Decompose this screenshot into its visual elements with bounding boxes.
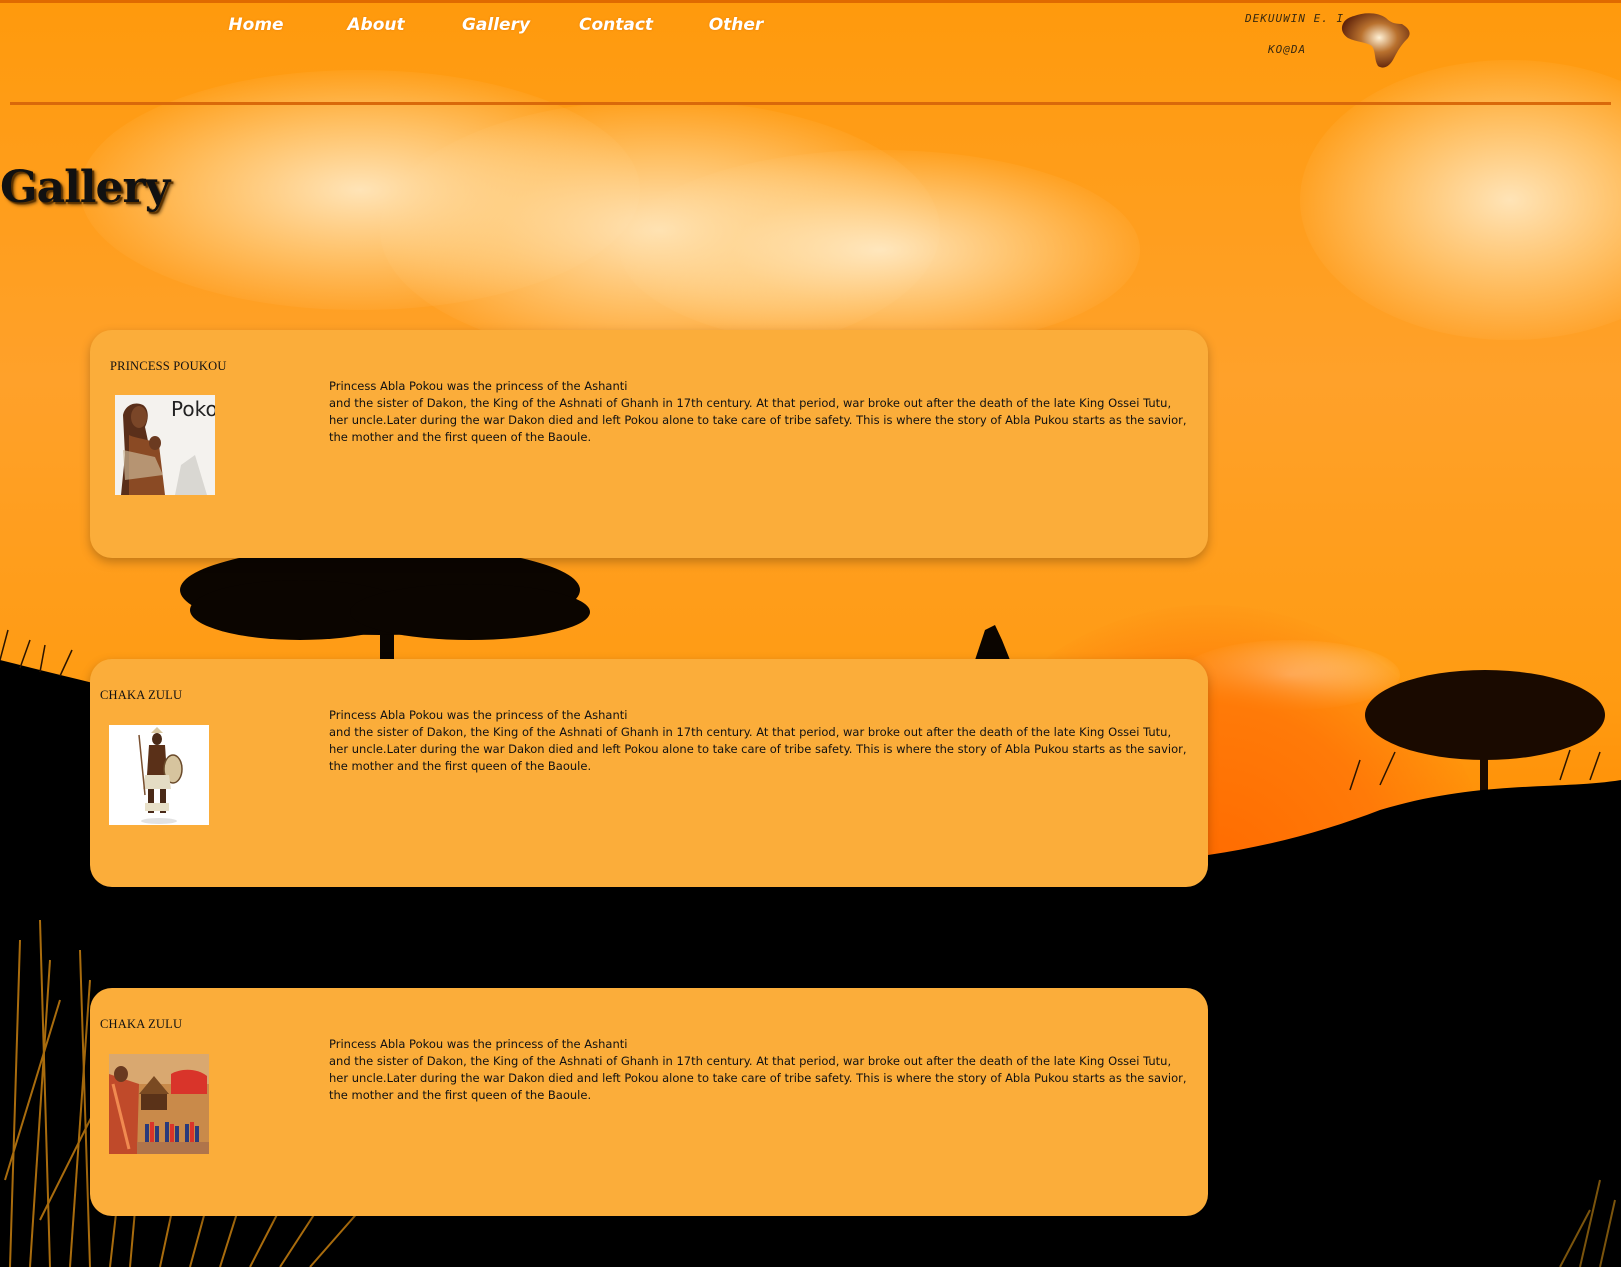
thumbnail-caption: Pokou — [171, 397, 215, 421]
nav-gallery-link[interactable]: Gallery — [436, 12, 556, 38]
card-title: PRINCESS POUKOU — [110, 359, 227, 373]
gallery-card: CHAKA ZULU Princess Abla Pokou was the p… — [90, 659, 1208, 887]
card-title: CHAKA ZULU — [100, 1017, 183, 1031]
card-description: Princess Abla Pokou was the princess of … — [329, 378, 1189, 446]
card-text-body: and the sister of Dakon, the King of the… — [329, 396, 1187, 444]
card-text-lead: Princess Abla Pokou was the princess of … — [329, 708, 628, 722]
acacia-tree-right — [1365, 670, 1605, 800]
card-title: CHAKA ZULU — [100, 688, 183, 702]
card-text-lead: Princess Abla Pokou was the princess of … — [329, 379, 628, 393]
gallery-card: PRINCESS POUKOU Pokou Princess Abla Poko… — [90, 330, 1208, 558]
card-thumbnail[interactable] — [109, 725, 209, 825]
card-description: Princess Abla Pokou was the princess of … — [329, 707, 1189, 775]
card-text-lead: Princess Abla Pokou was the princess of … — [329, 1037, 628, 1051]
gallery-card: CHAKA ZULU Princess Abla Pokou was the p… — [90, 988, 1208, 1216]
brand-name-line1: DEKUUWIN E. I — [1245, 12, 1345, 25]
top-accent-line — [0, 0, 1621, 3]
giraffe-silhouette — [975, 625, 1010, 660]
site-brand[interactable]: DEKUUWIN E. I KO@DA — [1240, 10, 1430, 80]
nav-about-link[interactable]: About — [316, 12, 436, 38]
card-thumbnail[interactable]: Pokou — [115, 395, 215, 495]
nav-other-link[interactable]: Other — [676, 12, 796, 38]
card-description: Princess Abla Pokou was the princess of … — [329, 1036, 1189, 1104]
chaka-zulu-village-image — [109, 1054, 209, 1154]
brand-name-line2: KO@DA — [1268, 43, 1307, 56]
header-divider — [10, 102, 1611, 105]
page-title: Gallery — [0, 162, 170, 213]
chaka-zulu-warrior-image — [109, 725, 209, 825]
card-text-body: and the sister of Dakon, the King of the… — [329, 725, 1187, 773]
card-thumbnail[interactable] — [109, 1054, 209, 1154]
card-text-body: and the sister of Dakon, the King of the… — [329, 1054, 1187, 1102]
main-nav: Home About Gallery Contact Other — [196, 12, 796, 38]
nav-home-link[interactable]: Home — [196, 12, 316, 38]
acacia-tree-left — [180, 545, 590, 670]
africa-map-icon — [1341, 13, 1410, 68]
nav-contact-link[interactable]: Contact — [556, 12, 676, 38]
